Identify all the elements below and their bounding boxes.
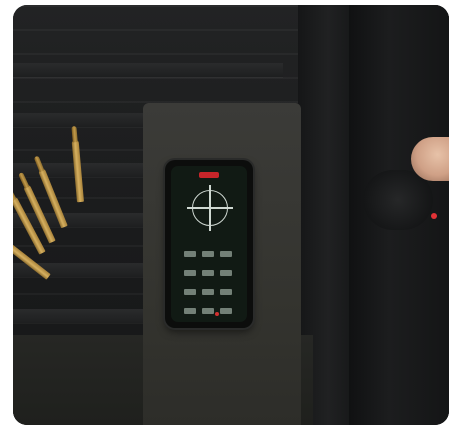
app-header-badge [199,172,219,178]
app-key [202,270,214,276]
app-button-grid [181,246,237,322]
app-key [184,308,196,314]
app-key [184,251,196,257]
phone-screen [171,166,247,322]
app-key [202,308,214,314]
app-key [220,308,232,314]
photo-frame [13,5,449,425]
device-red-indicator [431,213,437,219]
app-key [184,270,196,276]
app-key [202,251,214,257]
app-key [220,270,232,276]
app-indicator-dot [215,312,219,316]
smartphone [165,160,253,328]
app-key [220,289,232,295]
app-key [202,289,214,295]
app-key [184,289,196,295]
molle-webbing-strip [13,63,283,77]
app-key [220,251,232,257]
hand [411,137,449,181]
crosshair-icon [187,185,233,231]
rangefinder-device [363,170,433,230]
